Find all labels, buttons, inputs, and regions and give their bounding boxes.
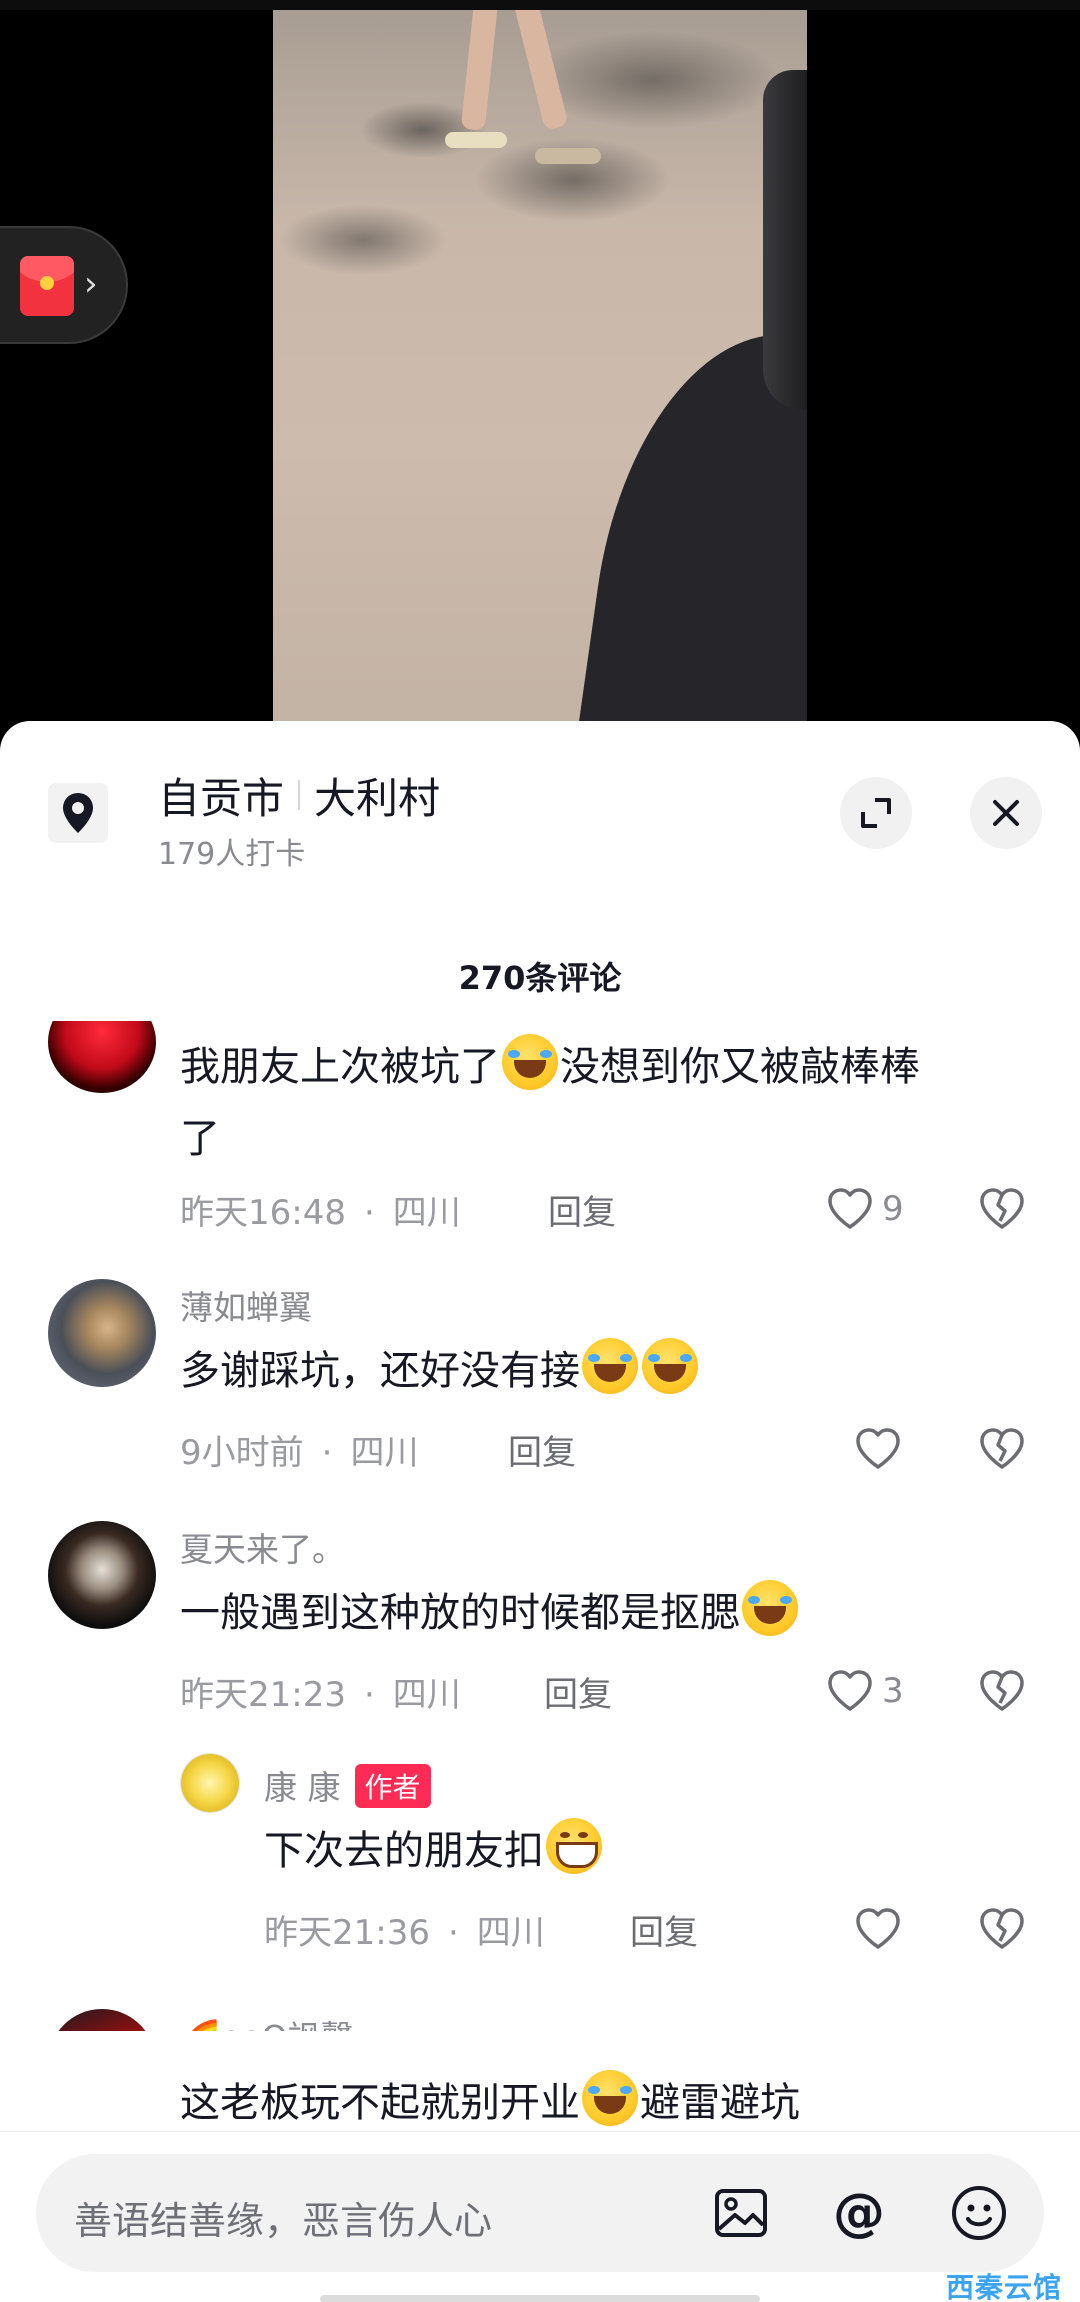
comment-time: 9小时前 — [180, 1433, 304, 1473]
close-icon — [993, 800, 1019, 826]
shocked-emoji-icon — [582, 2070, 638, 2126]
avatar[interactable] — [180, 1753, 240, 1813]
home-indicator — [320, 2295, 760, 2302]
video-person-leg — [511, 10, 569, 131]
reply-button[interactable]: 回复 — [630, 1905, 698, 1954]
image-icon[interactable] — [710, 2182, 772, 2244]
comment-meta: 昨天16:48 · 四川 — [180, 1193, 461, 1233]
location-village: 大利村 — [314, 773, 441, 823]
dislike-button[interactable] — [974, 1663, 1030, 1719]
laugh-cry-emoji-icon — [582, 1338, 638, 1394]
comment-username[interactable]: 🌈ooO飒聲﹏. ∞ — [180, 2011, 435, 2031]
location-checkins: 179人打卡 — [158, 837, 306, 872]
comment-time: 昨天21:36 — [264, 1913, 430, 1953]
comment-meta: 9小时前 · 四川 — [180, 1433, 419, 1473]
reply-button[interactable]: 回复 — [548, 1185, 616, 1234]
comment-region: 四川 — [392, 1193, 461, 1233]
comment-text-part: 下次去的朋友扣 — [264, 1828, 544, 1874]
watermark: 西秦云馆 — [946, 2271, 1063, 2302]
avatar[interactable] — [48, 1021, 156, 1093]
emoji-icon[interactable] — [948, 2182, 1010, 2244]
comment-text-part: 多谢踩坑，还好没有接 — [180, 1348, 580, 1394]
dislike-button[interactable] — [974, 1901, 1030, 1957]
video-car — [763, 70, 807, 410]
comment-text: 一般遇到这种放的时候都是抠腮 — [180, 1577, 800, 1649]
comment-meta: 昨天21:36 · 四川 — [264, 1913, 545, 1953]
comment-time: 昨天21:23 — [180, 1675, 346, 1715]
broken-heart-icon — [980, 1908, 1024, 1949]
at-icon[interactable]: @ — [828, 2182, 890, 2244]
location-divider — [298, 780, 301, 810]
like-count: 3 — [882, 1671, 904, 1711]
comment-input-placeholder: 善语结善缘，恶言伤人心 — [74, 2199, 493, 2243]
comment-region: 四川 — [350, 1433, 419, 1473]
location-pin-icon[interactable] — [48, 783, 108, 843]
status-bar — [0, 0, 1080, 10]
comment-region: 四川 — [476, 1913, 545, 1953]
chevron-right-icon: › — [84, 264, 98, 304]
laugh-cry-emoji-icon — [642, 1338, 698, 1394]
broken-heart-icon — [980, 1428, 1024, 1469]
location-city: 自贡市 — [158, 773, 285, 823]
close-button[interactable] — [970, 777, 1042, 849]
comment-text-part: 一般遇到这种放的时候都是抠腮 — [180, 1590, 740, 1636]
video-person-leg — [460, 10, 500, 131]
red-packet-icon — [20, 256, 74, 316]
comment-list[interactable]: 我朋友上次被坑了 没想到你又被敲棒棒 了 昨天16:48 · 四川 回复 9 薄如蝉翼… — [0, 1021, 1080, 2031]
location-title[interactable]: 自贡市 大利村 — [158, 767, 440, 823]
heart-icon — [828, 1670, 872, 1711]
comment-text-part: 我朋友上次被坑了 — [180, 1044, 500, 1090]
comment-input[interactable]: 善语结善缘，恶言伤人心 @ — [36, 2154, 1044, 2272]
heart-icon — [828, 1188, 872, 1229]
reply-username-row: 康 康作者 — [264, 1761, 431, 1809]
broken-heart-icon — [980, 1188, 1024, 1229]
reply-button[interactable]: 回复 — [508, 1425, 576, 1474]
like-button[interactable] — [854, 1421, 902, 1477]
comment-username[interactable]: 夏天来了。 — [180, 1523, 345, 1571]
comment-sheet: 自贡市 大利村 179人打卡 270条评论 我朋友上次被坑了 没想到你又被敲棒棒 … — [0, 721, 1080, 2302]
comment-text-part: 没想到你又被敲棒棒 — [560, 1044, 920, 1090]
author-badge: 作者 — [354, 1764, 431, 1808]
comment-time: 昨天16:48 — [180, 1193, 346, 1233]
grin-emoji-icon — [546, 1818, 602, 1874]
laugh-cry-emoji-icon — [742, 1580, 798, 1636]
comment-input-bar: 善语结善缘，恶言伤人心 @ — [0, 2131, 1080, 2302]
comment-meta: 昨天21:23 · 四川 — [180, 1675, 461, 1715]
comment-text: 我朋友上次被坑了 没想到你又被敲棒棒 — [180, 1031, 920, 1103]
comment-text: 下次去的朋友扣 — [264, 1815, 604, 1887]
avatar[interactable] — [48, 2009, 156, 2031]
comment-username[interactable]: 薄如蝉翼 — [180, 1281, 312, 1329]
comment-text-part: 避雷避坑 — [640, 2080, 800, 2126]
avatar[interactable] — [48, 1279, 156, 1387]
comment-username[interactable]: 康 康 — [264, 1768, 341, 1807]
reply-button[interactable]: 回复 — [544, 1667, 612, 1716]
video-slipper — [445, 132, 507, 148]
heart-icon — [856, 1428, 900, 1469]
avatar[interactable] — [48, 1521, 156, 1629]
red-packet-button[interactable]: › — [0, 226, 128, 344]
comment-count: 270条评论 — [458, 959, 622, 997]
expand-icon — [861, 798, 891, 828]
dislike-button[interactable] — [974, 1181, 1030, 1237]
comment-text: 多谢踩坑，还好没有接 — [180, 1335, 700, 1407]
like-button[interactable]: 3 — [826, 1663, 904, 1719]
dislike-button[interactable] — [974, 1421, 1030, 1477]
laugh-cry-emoji-icon — [502, 1034, 558, 1090]
comment-region: 四川 — [392, 1675, 461, 1715]
like-button[interactable]: 9 — [826, 1181, 904, 1237]
video-slipper — [535, 148, 601, 164]
video-player[interactable]: › — [0, 0, 1080, 740]
comment-text: 这老板玩不起就别开业 避雷避坑 — [180, 2067, 800, 2139]
like-button[interactable] — [854, 1901, 902, 1957]
video-frame[interactable] — [273, 10, 807, 740]
expand-button[interactable] — [840, 777, 912, 849]
broken-heart-icon — [980, 1670, 1024, 1711]
comment-text-line: 了 — [180, 1116, 220, 1162]
like-count: 9 — [882, 1189, 904, 1229]
heart-icon — [856, 1908, 900, 1949]
comment-text-part: 这老板玩不起就别开业 — [180, 2080, 580, 2126]
